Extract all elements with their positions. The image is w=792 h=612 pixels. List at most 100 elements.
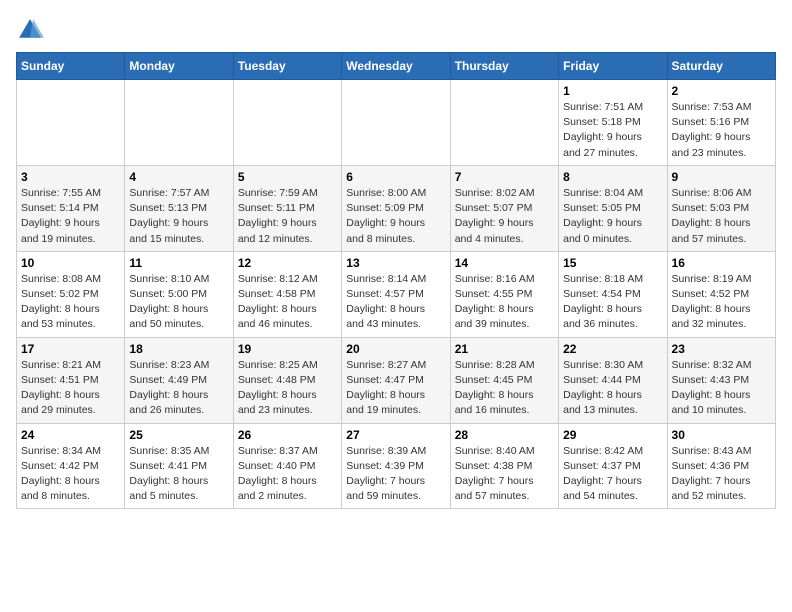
day-cell: 2 Sunrise: 7:53 AM Sunset: 5:16 PM Daylig… — [667, 80, 775, 166]
day-cell: 9 Sunrise: 8:06 AM Sunset: 5:03 PM Daylig… — [667, 165, 775, 251]
day-cell: 15 Sunrise: 8:18 AM Sunset: 4:54 PM Dayli… — [559, 251, 667, 337]
day-header-saturday: Saturday — [667, 53, 775, 80]
day-cell: 8 Sunrise: 8:04 AM Sunset: 5:05 PM Daylig… — [559, 165, 667, 251]
day-info: Sunrise: 8:23 AM Sunset: 4:49 PM Dayligh… — [129, 358, 228, 419]
week-row-5: 24 Sunrise: 8:34 AM Sunset: 4:42 PM Dayli… — [17, 423, 776, 509]
calendar-table: SundayMondayTuesdayWednesdayThursdayFrid… — [16, 52, 776, 509]
week-row-4: 17 Sunrise: 8:21 AM Sunset: 4:51 PM Dayli… — [17, 337, 776, 423]
day-info: Sunrise: 8:32 AM Sunset: 4:43 PM Dayligh… — [672, 358, 771, 419]
day-info: Sunrise: 8:18 AM Sunset: 4:54 PM Dayligh… — [563, 272, 662, 333]
day-info: Sunrise: 7:59 AM Sunset: 5:11 PM Dayligh… — [238, 186, 337, 247]
day-cell: 11Sunrise: 8:10 AM Sunset: 5:00 PM Dayli… — [125, 251, 233, 337]
day-number: 23 — [672, 342, 771, 356]
day-header-wednesday: Wednesday — [342, 53, 450, 80]
logo — [16, 16, 48, 44]
day-info: Sunrise: 8:43 AM Sunset: 4:36 PM Dayligh… — [672, 444, 771, 505]
day-cell: 27Sunrise: 8:39 AM Sunset: 4:39 PM Dayli… — [342, 423, 450, 509]
day-info: Sunrise: 8:30 AM Sunset: 4:44 PM Dayligh… — [563, 358, 662, 419]
day-info: Sunrise: 7:51 AM Sunset: 5:18 PM Dayligh… — [563, 100, 662, 161]
day-number: 25 — [129, 428, 228, 442]
day-info: Sunrise: 8:19 AM Sunset: 4:52 PM Dayligh… — [672, 272, 771, 333]
calendar-header-row: SundayMondayTuesdayWednesdayThursdayFrid… — [17, 53, 776, 80]
day-cell — [125, 80, 233, 166]
day-number: 29 — [563, 428, 662, 442]
day-number: 18 — [129, 342, 228, 356]
page-header — [16, 16, 776, 44]
day-cell: 21 Sunrise: 8:28 AM Sunset: 4:45 PM Dayli… — [450, 337, 558, 423]
day-number: 20 — [346, 342, 445, 356]
day-cell: 6 Sunrise: 8:00 AM Sunset: 5:09 PM Daylig… — [342, 165, 450, 251]
day-cell: 24 Sunrise: 8:34 AM Sunset: 4:42 PM Dayli… — [17, 423, 125, 509]
day-info: Sunrise: 8:37 AM Sunset: 4:40 PM Dayligh… — [238, 444, 337, 505]
day-number: 10 — [21, 256, 120, 270]
day-cell: 4 Sunrise: 7:57 AM Sunset: 5:13 PM Daylig… — [125, 165, 233, 251]
day-number: 30 — [672, 428, 771, 442]
day-info: Sunrise: 7:55 AM Sunset: 5:14 PM Dayligh… — [21, 186, 120, 247]
day-number: 8 — [563, 170, 662, 184]
day-info: Sunrise: 8:12 AM Sunset: 4:58 PM Dayligh… — [238, 272, 337, 333]
day-header-sunday: Sunday — [17, 53, 125, 80]
day-info: Sunrise: 8:16 AM Sunset: 4:55 PM Dayligh… — [455, 272, 554, 333]
day-number: 6 — [346, 170, 445, 184]
day-header-monday: Monday — [125, 53, 233, 80]
day-cell: 20Sunrise: 8:27 AM Sunset: 4:47 PM Dayli… — [342, 337, 450, 423]
day-number: 16 — [672, 256, 771, 270]
day-info: Sunrise: 8:39 AM Sunset: 4:39 PM Dayligh… — [346, 444, 445, 505]
day-number: 19 — [238, 342, 337, 356]
day-info: Sunrise: 8:35 AM Sunset: 4:41 PM Dayligh… — [129, 444, 228, 505]
day-info: Sunrise: 8:28 AM Sunset: 4:45 PM Dayligh… — [455, 358, 554, 419]
day-number: 13 — [346, 256, 445, 270]
week-row-2: 3Sunrise: 7:55 AM Sunset: 5:14 PM Daylig… — [17, 165, 776, 251]
day-cell: 19 Sunrise: 8:25 AM Sunset: 4:48 PM Dayli… — [233, 337, 341, 423]
day-cell: 30 Sunrise: 8:43 AM Sunset: 4:36 PM Dayli… — [667, 423, 775, 509]
day-info: Sunrise: 8:25 AM Sunset: 4:48 PM Dayligh… — [238, 358, 337, 419]
day-info: Sunrise: 8:04 AM Sunset: 5:05 PM Dayligh… — [563, 186, 662, 247]
day-number: 7 — [455, 170, 554, 184]
day-info: Sunrise: 7:53 AM Sunset: 5:16 PM Dayligh… — [672, 100, 771, 161]
day-number: 22 — [563, 342, 662, 356]
day-info: Sunrise: 7:57 AM Sunset: 5:13 PM Dayligh… — [129, 186, 228, 247]
day-number: 9 — [672, 170, 771, 184]
day-cell: 23 Sunrise: 8:32 AM Sunset: 4:43 PM Dayli… — [667, 337, 775, 423]
day-info: Sunrise: 8:10 AM Sunset: 5:00 PM Dayligh… — [129, 272, 228, 333]
day-cell: 7 Sunrise: 8:02 AM Sunset: 5:07 PM Daylig… — [450, 165, 558, 251]
day-number: 4 — [129, 170, 228, 184]
day-cell: 16 Sunrise: 8:19 AM Sunset: 4:52 PM Dayli… — [667, 251, 775, 337]
day-header-tuesday: Tuesday — [233, 53, 341, 80]
day-cell: 26 Sunrise: 8:37 AM Sunset: 4:40 PM Dayli… — [233, 423, 341, 509]
day-info: Sunrise: 8:00 AM Sunset: 5:09 PM Dayligh… — [346, 186, 445, 247]
day-cell: 10 Sunrise: 8:08 AM Sunset: 5:02 PM Dayli… — [17, 251, 125, 337]
day-cell: 13 Sunrise: 8:14 AM Sunset: 4:57 PM Dayli… — [342, 251, 450, 337]
day-cell: 3Sunrise: 7:55 AM Sunset: 5:14 PM Daylig… — [17, 165, 125, 251]
day-info: Sunrise: 8:08 AM Sunset: 5:02 PM Dayligh… — [21, 272, 120, 333]
day-cell: 25 Sunrise: 8:35 AM Sunset: 4:41 PM Dayli… — [125, 423, 233, 509]
day-number: 2 — [672, 84, 771, 98]
logo-icon — [16, 16, 44, 44]
day-number: 21 — [455, 342, 554, 356]
day-cell: 14Sunrise: 8:16 AM Sunset: 4:55 PM Dayli… — [450, 251, 558, 337]
day-cell — [342, 80, 450, 166]
day-info: Sunrise: 8:34 AM Sunset: 4:42 PM Dayligh… — [21, 444, 120, 505]
day-cell: 12Sunrise: 8:12 AM Sunset: 4:58 PM Dayli… — [233, 251, 341, 337]
day-cell: 22 Sunrise: 8:30 AM Sunset: 4:44 PM Dayli… — [559, 337, 667, 423]
day-info: Sunrise: 8:40 AM Sunset: 4:38 PM Dayligh… — [455, 444, 554, 505]
day-number: 17 — [21, 342, 120, 356]
day-number: 24 — [21, 428, 120, 442]
day-cell — [450, 80, 558, 166]
day-number: 28 — [455, 428, 554, 442]
day-number: 26 — [238, 428, 337, 442]
day-cell: 5Sunrise: 7:59 AM Sunset: 5:11 PM Daylig… — [233, 165, 341, 251]
day-cell: 17 Sunrise: 8:21 AM Sunset: 4:51 PM Dayli… — [17, 337, 125, 423]
day-cell: 1 Sunrise: 7:51 AM Sunset: 5:18 PM Daylig… — [559, 80, 667, 166]
day-info: Sunrise: 8:14 AM Sunset: 4:57 PM Dayligh… — [346, 272, 445, 333]
day-cell: 29 Sunrise: 8:42 AM Sunset: 4:37 PM Dayli… — [559, 423, 667, 509]
day-info: Sunrise: 8:02 AM Sunset: 5:07 PM Dayligh… — [455, 186, 554, 247]
day-number: 15 — [563, 256, 662, 270]
day-info: Sunrise: 8:06 AM Sunset: 5:03 PM Dayligh… — [672, 186, 771, 247]
day-info: Sunrise: 8:42 AM Sunset: 4:37 PM Dayligh… — [563, 444, 662, 505]
week-row-3: 10 Sunrise: 8:08 AM Sunset: 5:02 PM Dayli… — [17, 251, 776, 337]
day-number: 1 — [563, 84, 662, 98]
day-cell: 28 Sunrise: 8:40 AM Sunset: 4:38 PM Dayli… — [450, 423, 558, 509]
day-info: Sunrise: 8:21 AM Sunset: 4:51 PM Dayligh… — [21, 358, 120, 419]
day-header-friday: Friday — [559, 53, 667, 80]
